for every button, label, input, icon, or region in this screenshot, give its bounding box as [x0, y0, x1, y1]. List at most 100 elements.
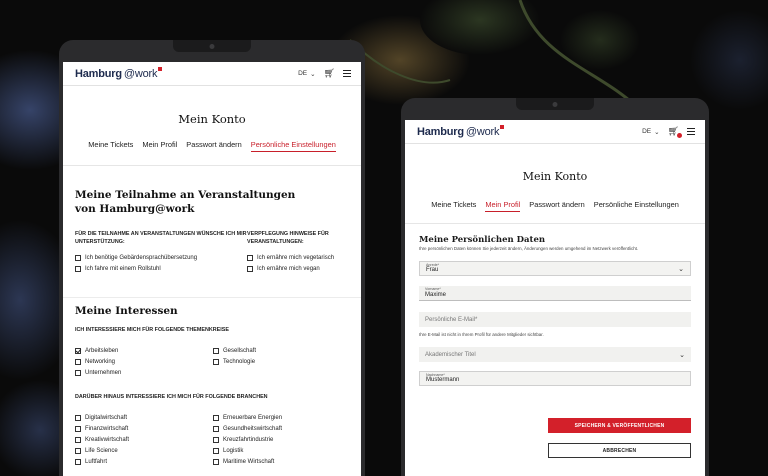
checkbox-label: Ich ernähre mich vegetarisch: [257, 254, 335, 261]
checkbox-luftfahrt[interactable]: Luftfahrt: [75, 456, 213, 467]
logo-text: Hamburg: [75, 67, 122, 80]
checkbox-label: Erneuerbare Energien: [223, 414, 283, 421]
language-selector[interactable]: DE ⌄: [298, 70, 315, 78]
checkbox-sign-language[interactable]: Ich benötige Gebärdensprachübersetzung: [75, 252, 247, 263]
checkbox-kreuzfahrtindustrie[interactable]: Kreuzfahrtindustrie: [213, 434, 351, 445]
chevron-down-icon: ⌄: [679, 351, 685, 359]
checkbox[interactable]: [213, 347, 219, 354]
checkbox[interactable]: [213, 447, 219, 454]
checkbox[interactable]: [75, 347, 81, 354]
checkbox-arbeitsleben[interactable]: Arbeitsleben: [75, 345, 213, 356]
hamburger-menu-icon[interactable]: [687, 128, 695, 135]
checkbox-life-science[interactable]: Life Science: [75, 445, 213, 456]
checkbox-label: Gesundheitswirtschaft: [223, 425, 283, 432]
tablet-right: Hamburg @work DE ⌄ 🛒︎ Mein Konto Meine T…: [401, 98, 709, 476]
language-selector[interactable]: DE ⌄: [642, 128, 659, 136]
tab-passwort-aendern[interactable]: Passwort ändern: [186, 140, 241, 152]
checkbox-wheelchair[interactable]: Ich fahre mit einem Rollstuhl: [75, 263, 247, 274]
cart-icon[interactable]: 🛒︎: [324, 69, 335, 78]
site-header: Hamburg @work DE ⌄ 🛒︎: [405, 120, 705, 144]
cart-badge: [677, 133, 682, 138]
checkbox-technologie[interactable]: Technologie: [213, 356, 351, 367]
field-value: Mustermann: [426, 377, 460, 383]
email-field[interactable]: Persönliche E-Mail*: [419, 312, 691, 327]
checkbox[interactable]: [213, 425, 219, 432]
hamburg-at-work-logo[interactable]: Hamburg @work: [417, 125, 505, 138]
participation-options: Für die Teilnahme an Veranstaltungen wün…: [75, 230, 351, 274]
checkbox-label: Kreuzfahrtindustrie: [223, 436, 274, 443]
checkbox[interactable]: [213, 436, 219, 443]
cart-icon[interactable]: 🛒︎: [668, 127, 682, 138]
tab-mein-profil[interactable]: Mein Profil: [485, 200, 521, 212]
chevron-down-icon: ⌄: [310, 70, 316, 78]
logo-text: Hamburg: [417, 125, 464, 138]
checkbox-label: Arbeitsleben: [85, 347, 119, 354]
tab-mein-profil[interactable]: Mein Profil: [142, 140, 177, 152]
checkbox[interactable]: [75, 369, 81, 376]
chevron-down-icon: ⌄: [654, 128, 660, 136]
email-visibility-note: Ihre E-Mail ist nicht in Ihrem Profil fü…: [419, 332, 544, 337]
checkbox-gesundheitswirtschaft[interactable]: Gesundheitswirtschaft: [213, 423, 351, 434]
divider: [63, 297, 361, 298]
tab-persoenliche-einstellungen[interactable]: Persönliche Einstellungen: [594, 200, 679, 212]
support-heading: Für die Teilnahme an Veranstaltungen wün…: [75, 231, 247, 245]
checkbox-label: Finanzwirtschaft: [85, 425, 129, 432]
save-publish-button[interactable]: Speichern & Veröffentlichen: [548, 418, 691, 433]
checkbox[interactable]: [75, 414, 81, 421]
checkbox-label: Ich benötige Gebärdensprachübersetzung: [85, 254, 198, 261]
checkbox[interactable]: [213, 414, 219, 421]
checkbox[interactable]: [75, 447, 81, 454]
checkbox-maritime-wirtschaft[interactable]: Maritime Wirtschaft: [213, 456, 351, 467]
checkbox[interactable]: [75, 265, 81, 272]
checkbox-gesellschaft[interactable]: Gesellschaft: [213, 345, 351, 356]
checkbox[interactable]: [213, 458, 219, 465]
hamburger-menu-icon[interactable]: [343, 70, 351, 77]
checkbox-erneuerbare-energien[interactable]: Erneuerbare Energien: [213, 412, 351, 423]
checkbox-vegan[interactable]: Ich ernähre mich vegan: [247, 263, 351, 274]
tab-meine-tickets[interactable]: Meine Tickets: [431, 200, 476, 212]
checkbox[interactable]: [213, 358, 219, 365]
checkbox[interactable]: [75, 458, 81, 465]
checkbox[interactable]: [247, 265, 253, 272]
account-tabs: Meine Tickets Mein Profil Passwort änder…: [405, 200, 705, 212]
checkbox-label: Networking: [85, 358, 116, 365]
account-tabs: Meine Tickets Mein Profil Passwort änder…: [63, 140, 361, 152]
support-column: Für die Teilnahme an Veranstaltungen wün…: [75, 230, 247, 274]
field-value: Maxime: [425, 292, 447, 298]
checkbox-label: Luftfahrt: [85, 458, 108, 465]
logo-at-text: @work: [465, 125, 500, 138]
academic-title-select[interactable]: Akademischer Titel ⌄: [419, 347, 691, 362]
first-name-field[interactable]: Vorname* Maxime: [419, 286, 691, 301]
salutation-select[interactable]: Anrede* Frau ⌄: [419, 261, 691, 276]
hamburg-at-work-logo[interactable]: Hamburg @work: [75, 67, 163, 80]
checkbox-finanzwirtschaft[interactable]: Finanzwirtschaft: [75, 423, 213, 434]
tab-persoenliche-einstellungen[interactable]: Persönliche Einstellungen: [250, 140, 336, 152]
checkbox-label: Unternehmen: [85, 369, 122, 376]
participation-section-title: Meine Teilnahme an Veranstaltungen von H…: [75, 189, 296, 215]
last-name-field[interactable]: Nachname* Mustermann: [419, 371, 691, 386]
language-label: DE: [298, 70, 308, 77]
checkbox-logistik[interactable]: Logistik: [213, 445, 351, 456]
checkbox-vegetarian[interactable]: Ich ernähre mich vegetarisch: [247, 252, 351, 263]
checkbox-kreativwirtschaft[interactable]: Kreativwirtschaft: [75, 434, 213, 445]
profile-screen: Hamburg @work DE ⌄ 🛒︎ Mein Konto Meine T…: [405, 120, 705, 476]
checkbox-label: Ich fahre mit einem Rollstuhl: [85, 265, 161, 272]
checkbox-label: Logistik: [223, 447, 244, 454]
checkbox-digitalwirtschaft[interactable]: Digitalwirtschaft: [75, 412, 213, 423]
checkbox[interactable]: [247, 254, 253, 261]
cancel-button[interactable]: Abbrechen: [548, 443, 691, 458]
tab-passwort-aendern[interactable]: Passwort ändern: [529, 200, 584, 212]
checkbox[interactable]: [75, 436, 81, 443]
checkbox-networking[interactable]: Networking: [75, 356, 213, 367]
checkbox[interactable]: [75, 254, 81, 261]
topics-heading: Ich interessiere mich für folgende Theme…: [75, 327, 229, 333]
catering-column: Verpflegung Hinweise für Veranstaltungen…: [247, 230, 351, 274]
camera-notch: [173, 40, 251, 52]
checkbox-unternehmen[interactable]: Unternehmen: [75, 367, 213, 378]
tab-meine-tickets[interactable]: Meine Tickets: [88, 140, 133, 152]
field-value: Frau: [426, 267, 439, 273]
language-label: DE: [642, 128, 652, 135]
checkbox[interactable]: [75, 358, 81, 365]
field-label: Vorname*: [425, 287, 441, 291]
checkbox[interactable]: [75, 425, 81, 432]
